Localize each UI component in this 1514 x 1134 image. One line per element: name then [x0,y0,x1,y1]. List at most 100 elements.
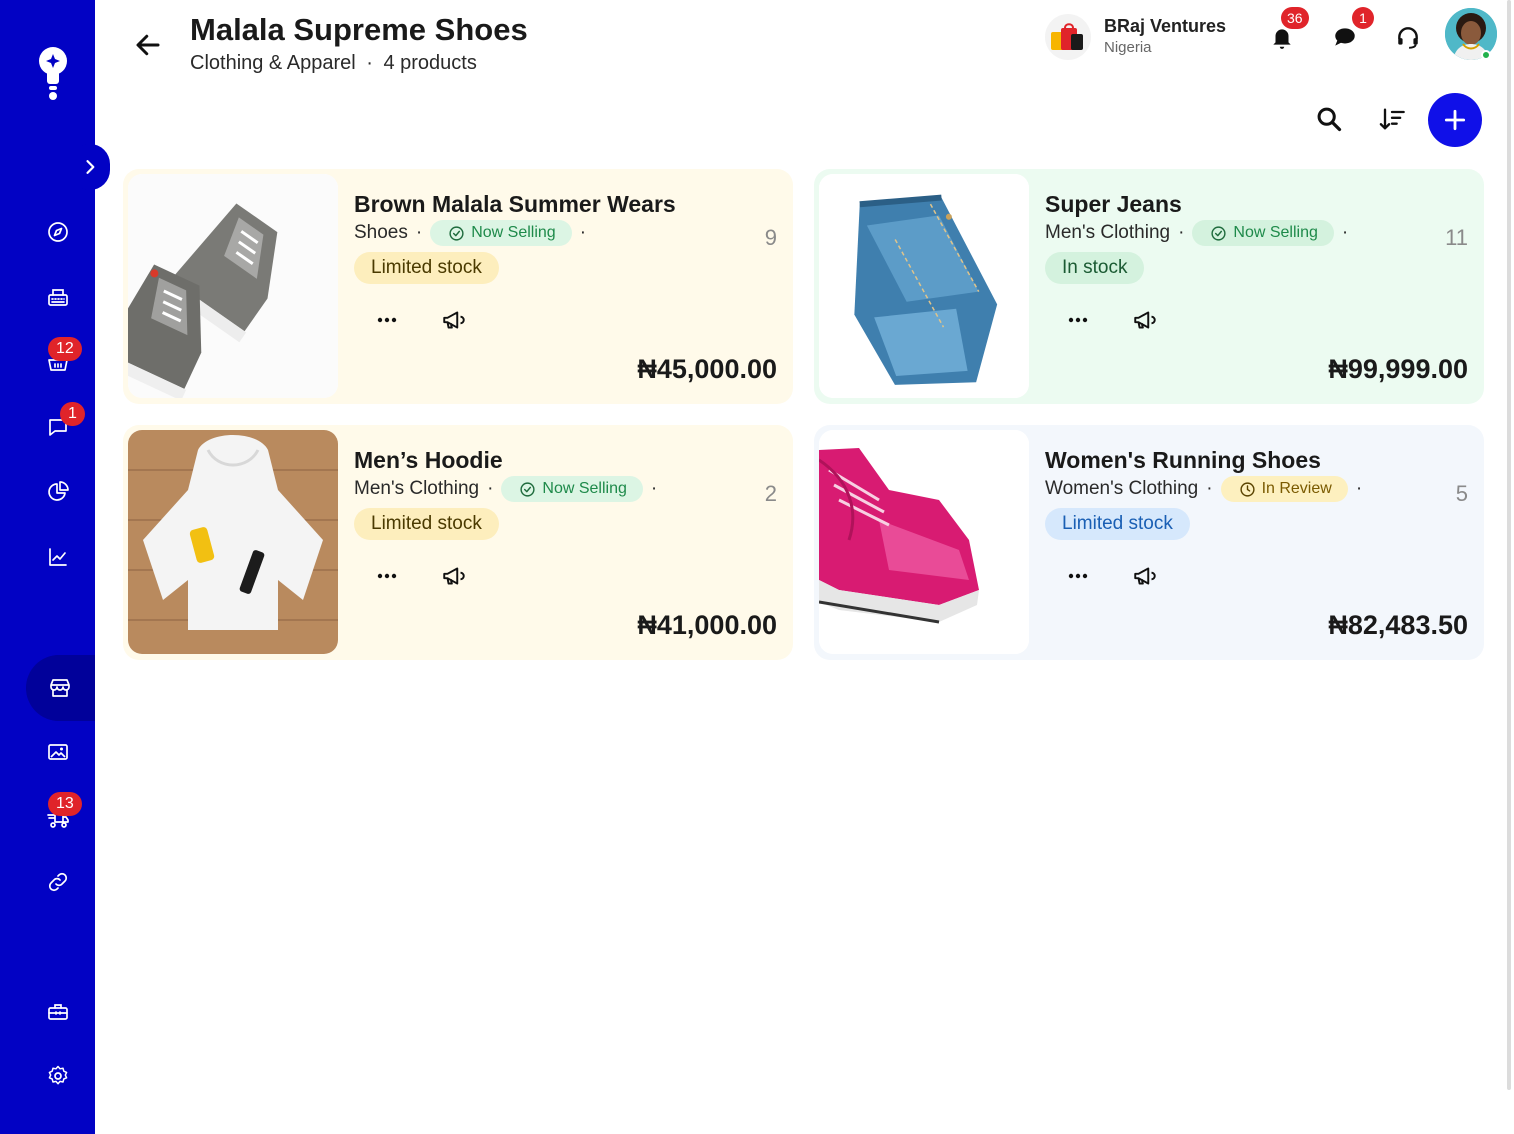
sidebar-item-settings[interactable] [40,1058,76,1094]
product-quantity: 2 [764,481,777,506]
sidebar: 12 1 13 [0,0,110,1134]
status-badge: Now Selling [1192,220,1334,246]
more-horizontal-icon [1068,573,1088,579]
cash-register-icon [48,289,68,306]
status-label: Now Selling [471,224,556,241]
more-horizontal-icon [377,573,397,579]
pie-chart-icon [48,481,69,501]
megaphone-icon [1134,567,1156,585]
subtitle-separator: · [366,52,373,74]
app-logo[interactable] [36,46,70,102]
storefront-icon [50,679,70,697]
product-image[interactable] [128,430,338,654]
stock-badge: Limited stock [1045,508,1190,540]
megaphone-icon [443,311,465,329]
product-image[interactable] [819,174,1029,398]
megaphone-icon [1134,311,1156,329]
messages-badge: 1 [60,402,85,426]
promote-button[interactable] [439,562,469,590]
arrow-left-icon [136,34,160,56]
chat-bubble-icon [1335,28,1355,46]
status-label: Now Selling [542,480,627,497]
sidebar-item-store[interactable] [42,670,78,706]
check-circle-icon [1211,225,1226,241]
sidebar-item-reports[interactable] [40,474,76,510]
store-category: Clothing & Apparel [190,52,356,74]
gear-icon [48,1065,68,1085]
add-product-button[interactable] [1428,93,1482,147]
page-subtitle: Clothing & Apparel · 4 products [190,52,477,75]
support-button[interactable] [1393,22,1423,52]
status-label: Now Selling [1233,224,1318,241]
product-category: Men's Clothing [1045,222,1171,243]
sidebar-item-gallery[interactable] [40,734,76,770]
product-card[interactable]: Super Jeans Men's Clothing · Now Selling… [814,169,1484,404]
sidebar-item-explore[interactable] [40,214,76,250]
product-category: Men's Clothing [354,478,480,499]
delivery-badge: 13 [48,792,82,816]
business-country: Nigeria [1104,39,1152,56]
product-card[interactable]: Men’s Hoodie Men's Clothing · Now Sellin… [123,425,793,660]
compass-icon [48,222,68,242]
product-name: Brown Malala Summer Wears [354,191,676,217]
page-title: Malala Supreme Shoes [190,12,528,47]
promote-button[interactable] [1130,306,1160,334]
status-badge: In Review [1220,476,1348,502]
more-options-button[interactable] [372,306,402,334]
sidebar-item-analytics[interactable] [40,539,76,575]
online-status-dot [1481,50,1491,60]
sidebar-item-links[interactable] [40,864,76,900]
product-price: ₦99,999.00 [1328,354,1468,384]
promote-button[interactable] [1130,562,1160,590]
product-card[interactable]: Brown Malala Summer Wears Shoes · Now Se… [123,169,793,404]
more-options-button[interactable] [372,562,402,590]
product-name: Women's Running Shoes [1045,447,1321,473]
notifications-badge: 36 [1281,7,1309,29]
chevron-right-icon [86,160,95,174]
product-name: Men’s Hoodie [354,447,503,473]
product-category: Shoes [354,222,408,243]
search-icon [1317,107,1342,132]
trend-chart-icon [49,548,67,566]
sort-descending-icon [1379,108,1405,130]
product-image[interactable] [819,430,1029,654]
product-price: ₦45,000.00 [637,354,777,384]
back-button[interactable] [133,30,163,60]
product-name: Super Jeans [1045,191,1182,217]
more-options-button[interactable] [1063,562,1093,590]
more-horizontal-icon [377,317,397,323]
status-badge: Now Selling [501,476,643,502]
more-options-button[interactable] [1063,306,1093,334]
product-quantity: 5 [1455,481,1468,506]
plus-icon [1444,109,1466,131]
clock-icon [1239,481,1255,497]
product-price: ₦82,483.50 [1328,610,1468,640]
product-card[interactable]: Women's Running Shoes Women's Clothing ·… [814,425,1484,660]
status-badge: Now Selling [430,220,572,246]
messages-badge: 1 [1352,7,1374,29]
status-label: In Review [1261,480,1332,497]
product-meta: Men's Clothing · Now Selling · [1045,220,1356,246]
product-meta: Men's Clothing · Now Selling · [354,476,665,502]
business-name[interactable]: BRaj Ventures [1104,16,1226,37]
sidebar-item-tools[interactable] [40,994,76,1030]
product-quantity: 9 [764,225,777,250]
search-button[interactable] [1313,103,1345,135]
product-meta: Shoes · Now Selling · [354,220,594,246]
sidebar-toggle-button[interactable] [70,144,110,190]
stock-badge: In stock [1045,252,1145,284]
product-image[interactable] [128,174,338,398]
sort-button[interactable] [1376,103,1408,135]
product-category: Women's Clothing [1045,478,1199,499]
image-icon [48,744,68,760]
toolbox-icon [48,1004,68,1020]
business-logo[interactable] [1045,14,1091,60]
stock-badge: Limited stock [354,508,499,540]
more-horizontal-icon [1068,317,1088,323]
scrollbar-thumb[interactable] [1507,0,1511,1090]
product-price: ₦41,000.00 [637,610,777,640]
link-icon [48,872,68,892]
promote-button[interactable] [439,306,469,334]
sidebar-item-pos[interactable] [40,279,76,315]
product-quantity: 11 [1445,225,1468,250]
